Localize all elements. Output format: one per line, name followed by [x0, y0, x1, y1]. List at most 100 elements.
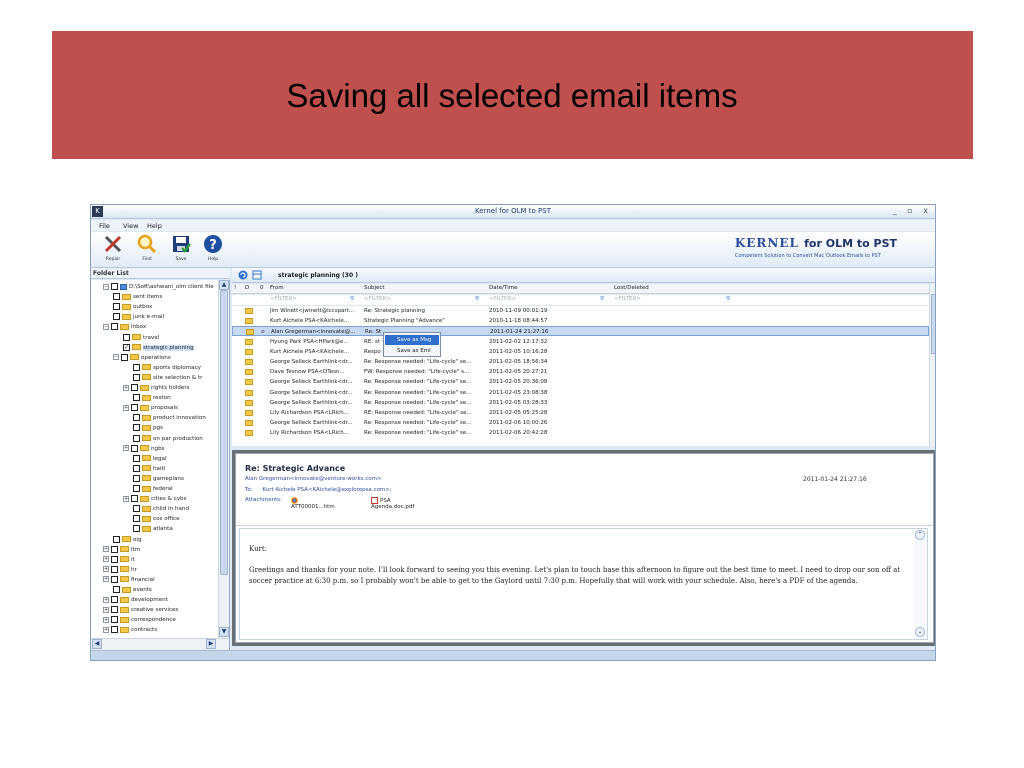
folder-checkbox[interactable]: [131, 444, 138, 452]
email-row[interactable]: George Selleck Earthlink<dr... Re: Respon…: [232, 377, 929, 387]
folder-checkbox[interactable]: [111, 616, 118, 624]
folder-tree-item[interactable]: legal: [133, 454, 167, 464]
scroll-left-icon[interactable]: ◀: [92, 639, 102, 649]
scroll-right-icon[interactable]: ▶: [206, 639, 216, 649]
folder-tree-item[interactable]: + cities & cvbs: [123, 494, 187, 504]
folder-checkbox[interactable]: [111, 596, 118, 604]
folder-tree-item[interactable]: ✓ strategic planning: [123, 343, 194, 353]
folder-checkbox[interactable]: [111, 575, 118, 583]
filter-from[interactable]: <FILTER>: [270, 296, 297, 302]
expand-icon[interactable]: +: [103, 596, 109, 603]
expand-icon[interactable]: +: [103, 566, 109, 573]
folder-tree-item[interactable]: + financial: [103, 575, 155, 585]
collapse-icon[interactable]: −: [103, 283, 109, 290]
folder-checkbox[interactable]: [133, 454, 140, 462]
expand-icon[interactable]: +: [103, 576, 109, 583]
folder-tree-item[interactable]: + development: [103, 595, 168, 605]
preview-body[interactable]: Kurt: Greetings and thanks for your note…: [239, 528, 928, 640]
folder-checkbox[interactable]: [113, 586, 120, 593]
save-as-eml-menu-item[interactable]: Save as Eml: [385, 346, 439, 356]
folder-checkbox[interactable]: [111, 565, 118, 573]
repair-button[interactable]: Repair: [101, 234, 125, 262]
attachment-pdf[interactable]: PSA Agenda.doc.pdf: [371, 497, 414, 510]
folder-tree-item[interactable]: junk e-mail: [113, 312, 164, 322]
folder-checkbox[interactable]: [133, 525, 140, 533]
collapse-icon[interactable]: −: [103, 323, 109, 330]
folder-tree-item[interactable]: + correspondence: [103, 615, 176, 625]
help-button[interactable]: ? Help: [201, 234, 225, 262]
filter-lost-search-icon[interactable]: ⚲: [726, 296, 730, 302]
folder-tree-item[interactable]: − inbox: [103, 322, 146, 332]
folder-tree-item[interactable]: + proposals: [123, 403, 178, 413]
menu-file[interactable]: File: [99, 222, 110, 230]
folder-tree-item[interactable]: + creative services: [103, 605, 178, 615]
folder-tree-item[interactable]: outbox: [113, 302, 152, 312]
folder-checkbox[interactable]: [133, 474, 140, 482]
expand-icon[interactable]: +: [123, 495, 129, 502]
folder-tree-item[interactable]: + ltm: [103, 545, 140, 555]
filter-subject-search-icon[interactable]: ⚲: [475, 296, 479, 302]
filter-date-search-icon[interactable]: ⚲: [600, 296, 604, 302]
expand-icon[interactable]: +: [123, 384, 129, 391]
folder-tree-item[interactable]: sent items: [113, 292, 162, 302]
filter-subject[interactable]: <FILTER>: [364, 296, 391, 302]
folder-tree-item[interactable]: reston: [133, 393, 171, 403]
folder-checkbox[interactable]: [133, 434, 140, 442]
menu-view[interactable]: View: [123, 222, 138, 230]
expand-icon[interactable]: +: [103, 626, 109, 633]
folder-checkbox[interactable]: [113, 313, 120, 321]
folder-tree-item[interactable]: + contracts: [103, 625, 157, 635]
folder-checkbox[interactable]: [111, 545, 118, 553]
folder-tree-item[interactable]: product innovation: [133, 413, 206, 423]
folder-checkbox[interactable]: [133, 414, 140, 422]
email-row[interactable]: Lily Richardson PSA<LRich... RE: Response…: [232, 408, 929, 418]
folder-tree-horizontal-scrollbar[interactable]: ◀ ▶: [91, 638, 229, 650]
refresh-icon[interactable]: [238, 270, 248, 280]
folder-tree-item[interactable]: child in hand: [133, 504, 189, 514]
email-row[interactable]: Kurt Aichele PSA<KAichele... Strategic Pl…: [232, 316, 929, 326]
folder-tree-vertical-scrollbar[interactable]: ▲ ▼: [218, 280, 229, 638]
folder-checkbox[interactable]: [133, 363, 140, 371]
email-row[interactable]: Hyung Park PSA<HPark@e...RE: st -up: fol…: [232, 337, 929, 347]
folder-tree-item[interactable]: + hr: [103, 565, 137, 575]
email-row[interactable]: George Selleck Earthlink<dr... Re: Respon…: [232, 388, 929, 398]
find-button[interactable]: Find: [135, 234, 159, 262]
window-controls[interactable]: _ ▫ x: [893, 206, 932, 215]
email-row[interactable]: Kurt Aichele PSA<KAichele...Respo le" se…: [232, 347, 929, 357]
email-row[interactable]: Jim Winett<jwinett@iccspart... Re: Strate…: [232, 306, 929, 316]
menu-help[interactable]: Help: [147, 222, 162, 230]
folder-checkbox[interactable]: [133, 464, 140, 472]
column-from[interactable]: From: [270, 285, 284, 291]
expand-icon[interactable]: +: [103, 616, 109, 623]
folder-tree-item[interactable]: on par production: [133, 434, 203, 444]
folder-checkbox[interactable]: [133, 424, 140, 432]
email-list-scrollbar[interactable]: [929, 284, 935, 446]
scroll-down-icon[interactable]: ▼: [219, 627, 229, 637]
folder-checkbox[interactable]: [133, 505, 140, 513]
scroll-up-icon[interactable]: ▲: [219, 280, 229, 290]
folder-checkbox[interactable]: [113, 293, 120, 301]
folder-checkbox[interactable]: [133, 394, 140, 402]
folder-tree-item[interactable]: haiti: [133, 464, 165, 474]
filter-lost[interactable]: <FILTER>: [614, 296, 641, 302]
column-subject[interactable]: Subject: [364, 285, 385, 291]
folder-checkbox[interactable]: [123, 333, 130, 341]
folder-tree-item[interactable]: oig: [113, 535, 142, 545]
folder-tree-item[interactable]: travel: [123, 333, 159, 343]
expand-icon[interactable]: +: [123, 445, 129, 452]
folder-checkbox[interactable]: [111, 323, 118, 331]
folder-tree-item[interactable]: federal: [133, 484, 173, 494]
folder-tree-item[interactable]: pgs: [133, 423, 163, 433]
folder-tree-scroll-thumb[interactable]: [220, 290, 228, 575]
folder-checkbox[interactable]: [133, 515, 140, 523]
preview-scroll-up-icon[interactable]: ⌃: [915, 530, 925, 540]
email-row[interactable]: George Selleck Earthlink<dr... Re: Respon…: [232, 398, 929, 408]
email-row[interactable]: Dave Tesnow PSA<DTesn... FW: Response nee…: [232, 367, 929, 377]
filter-date[interactable]: <FILTER>: [489, 296, 516, 302]
column-type[interactable]: D: [245, 285, 249, 291]
folder-tree-item[interactable]: atlanta: [133, 524, 173, 534]
folder-tree-item[interactable]: cos office: [133, 514, 180, 524]
folder-tree-item[interactable]: site selection & tr: [133, 373, 202, 383]
expand-icon[interactable]: +: [103, 606, 109, 613]
email-row[interactable]: Lily Richardson PSA<LRich... Re: Response…: [232, 428, 929, 438]
